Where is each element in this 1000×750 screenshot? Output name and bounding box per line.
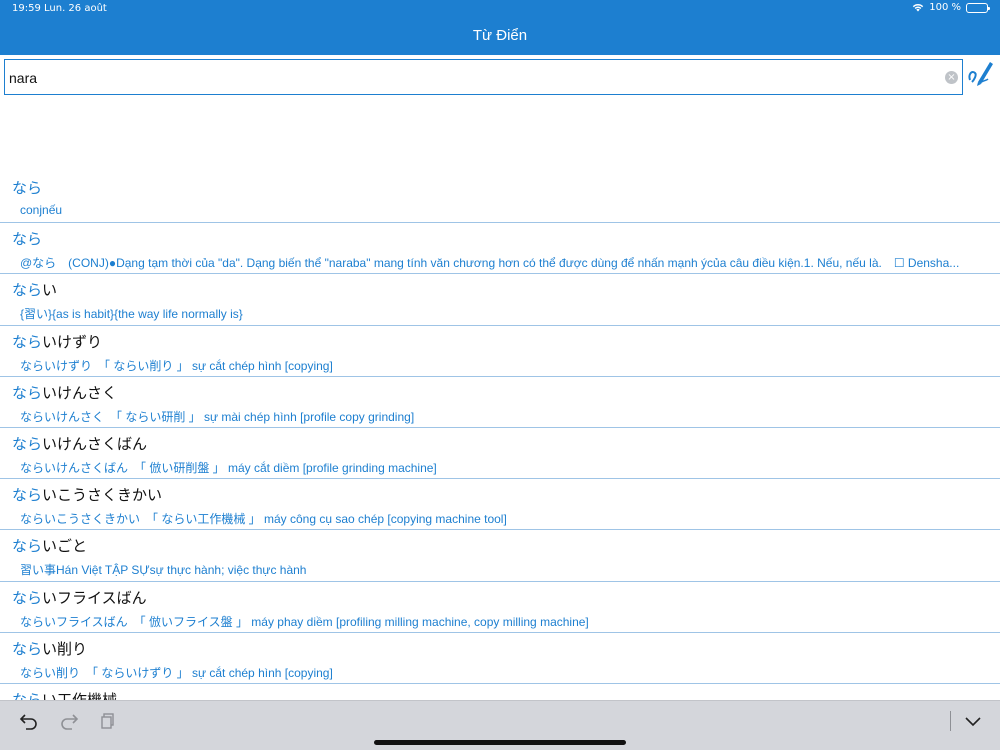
result-row[interactable]: ならいこうさくきかい ならいこうさくきかい 「 ならい工作機械 」 máy cô…	[0, 479, 1000, 531]
result-row[interactable]: なら conjnếu	[0, 172, 1000, 224]
status-time: 19:59	[12, 3, 41, 14]
page-title: Từ Điển	[472, 27, 528, 44]
result-word: ならいこうさくきかい	[12, 486, 163, 505]
result-word: なら	[12, 230, 43, 249]
result-word: ならいごと	[12, 537, 88, 556]
result-meaning: ならいこうさくきかい 「 ならい工作機械 」 máy công cụ sao c…	[20, 512, 507, 527]
result-word: ならいフライスばん	[12, 588, 147, 607]
result-word: ならいけんさくばん	[12, 434, 148, 453]
result-meaning: ならいフライスばん 「 倣いフライス盤 」 máy phay diềm [pro…	[20, 614, 589, 629]
result-row[interactable]: ならい工作機械	[0, 684, 1000, 700]
result-row[interactable]: ならいけずり ならいけずり 「 ならい削り 」 sự cắt chép hình…	[0, 326, 1000, 377]
result-word: ならいけんさく	[12, 383, 118, 402]
redo-icon[interactable]	[57, 709, 81, 733]
result-word: ならいけずり	[12, 332, 103, 351]
result-meaning: ならいけんさくばん 「 倣い研削盤 」 máy cắt diềm [profil…	[20, 460, 437, 475]
result-row[interactable]: ならいごと 習い事Hán Việt TẬP SỰsự thực hành; vi…	[0, 530, 1000, 582]
result-meaning: 習い事Hán Việt TẬP SỰsự thực hành; việc thự…	[20, 563, 307, 578]
result-word: なら	[12, 179, 43, 197]
clear-icon[interactable]: ×	[945, 71, 958, 84]
search-input[interactable]	[9, 66, 939, 90]
battery-icon	[966, 2, 990, 13]
results-list: なら conjnếu なら @なら (CONJ)●Dạng tạm thời c…	[0, 172, 1000, 700]
wifi-icon	[912, 3, 924, 12]
result-word: ならい	[12, 281, 58, 300]
battery-percent: 100 %	[929, 2, 961, 13]
result-meaning: {習い}{as is habit}{the way life normally …	[20, 307, 243, 322]
result-row[interactable]: ならいけんさくばん ならいけんさくばん 「 倣い研削盤 」 máy cắt di…	[0, 428, 1000, 480]
status-date: Lun. 26 août	[44, 3, 107, 14]
result-row[interactable]: なら @なら (CONJ)●Dạng tạm thời của "da". Dạ…	[0, 223, 1000, 275]
paste-icon[interactable]	[96, 709, 120, 733]
result-row[interactable]: ならい {習い}{as is habit}{the way life norma…	[0, 274, 1000, 326]
home-indicator	[374, 740, 626, 745]
toolbar-divider	[950, 711, 951, 731]
handwriting-pen-icon[interactable]	[966, 58, 996, 90]
status-indicators: 100 %	[912, 2, 990, 13]
result-meaning: @なら (CONJ)●Dạng tạm thời của "da". Dạng …	[20, 256, 960, 271]
result-meaning: ならい削り 「 ならいけずり 」 sự cắt chép hình [copyi…	[20, 665, 333, 680]
result-word: ならい工作機械	[12, 690, 118, 700]
result-word: ならい削り	[12, 639, 88, 658]
undo-icon[interactable]	[17, 709, 41, 733]
result-row[interactable]: ならいフライスばん ならいフライスばん 「 倣いフライス盤 」 máy phay…	[0, 582, 1000, 633]
result-row[interactable]: ならいけんさく ならいけんさく 「 ならい研削 」 sự mài chép hì…	[0, 377, 1000, 428]
result-row[interactable]: ならい削り ならい削り 「 ならいけずり 」 sự cắt chép hình …	[0, 633, 1000, 684]
hide-keyboard-icon[interactable]	[961, 709, 985, 733]
result-meaning: conjnếu	[20, 203, 63, 217]
search-box[interactable]: ×	[4, 59, 963, 95]
result-meaning: ならいけずり 「 ならい削り 」 sự cắt chép hình [copyi…	[20, 358, 333, 373]
result-meaning: ならいけんさく 「 ならい研削 」 sự mài chép hình [prof…	[20, 409, 415, 424]
app-header: 19:59 Lun. 26 août 100 % Từ Điển	[0, 0, 1000, 55]
